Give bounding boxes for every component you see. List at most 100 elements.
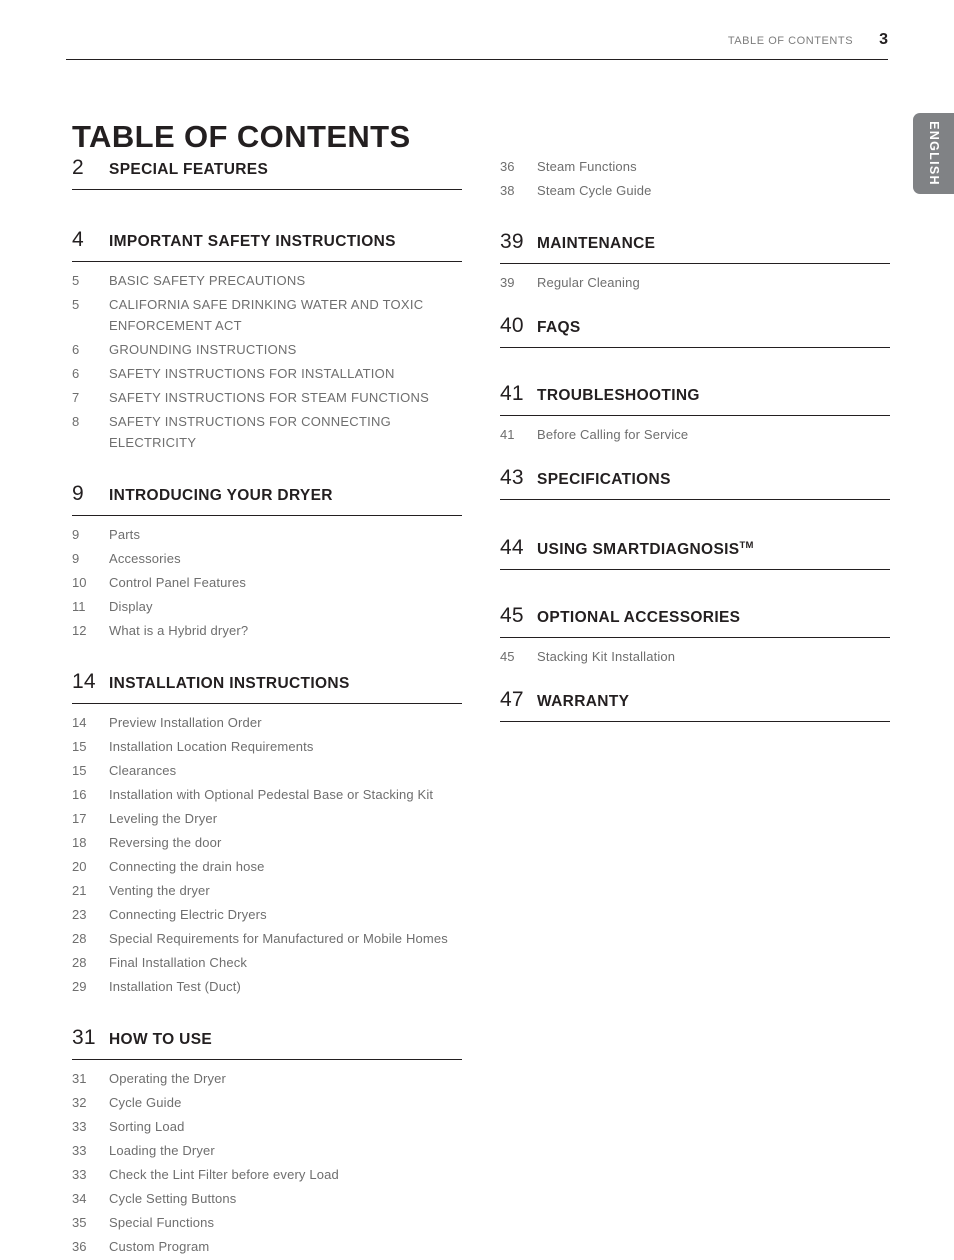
toc-entry[interactable]: 14 Preview Installation Order xyxy=(72,712,462,733)
toc-entry-page-number: 8 xyxy=(72,414,80,429)
toc-section-specifications: 43 SPECIFICATIONS xyxy=(500,466,890,508)
toc-entry[interactable]: 33 Sorting Load xyxy=(72,1116,462,1137)
toc-section-installation-instructions: 14 INSTALLATION INSTRUCTIONS 14 Preview Ins… xyxy=(72,670,462,997)
toc-entry[interactable]: 18 Reversing the door xyxy=(72,832,462,853)
toc-section-heading[interactable]: 40 FAQS xyxy=(500,314,890,348)
toc-section-title-text: USING SMARTDIAGNOSIS xyxy=(537,541,740,559)
toc-entry-list xyxy=(500,722,890,730)
toc-section-heading[interactable]: 14 INSTALLATION INSTRUCTIONS xyxy=(72,670,462,704)
toc-entry[interactable]: 17 Leveling the Dryer xyxy=(72,808,462,829)
toc-section-heading[interactable]: 45 OPTIONAL ACCESSORIES xyxy=(500,604,890,639)
toc-entry[interactable]: 12 What is a Hybrid dryer? xyxy=(72,620,462,641)
toc-entry[interactable]: 35 Special Functions xyxy=(72,1212,462,1233)
toc-section-title: INSTALLATION INSTRUCTIONS xyxy=(109,672,350,696)
toc-section-heading[interactable]: 43 SPECIFICATIONS xyxy=(500,466,890,500)
toc-entry-list: 31 Operating the Dryer 32 Cycle Guide 33 Sort… xyxy=(72,1060,462,1257)
toc-entry[interactable]: 34 Cycle Setting Buttons xyxy=(72,1188,462,1209)
toc-entry[interactable]: 23 Connecting Electric Dryers xyxy=(72,904,462,925)
toc-entry-page-number: 36 xyxy=(72,1239,87,1254)
toc-section-title-text: SPECIAL FEATURES xyxy=(109,161,269,178)
toc-entry[interactable]: 39 Regular Cleaning xyxy=(500,272,890,293)
toc-entry[interactable]: 36 Steam Functions xyxy=(500,156,890,177)
toc-section-heading[interactable]: 41 TROUBLESHOOTING xyxy=(500,382,890,416)
toc-entry[interactable]: 38 Steam Cycle Guide xyxy=(500,180,890,201)
toc-entry[interactable]: 29 Installation Test (Duct) xyxy=(72,976,462,997)
toc-section-heading[interactable]: 44 USING SMARTDIAGNOSISTM xyxy=(500,534,890,571)
toc-section-title: HOW TO USE xyxy=(109,1028,212,1052)
toc-entry-page-number: 36 xyxy=(500,159,515,174)
toc-entry[interactable]: 36 Custom Program xyxy=(72,1236,462,1257)
toc-entry[interactable]: 21 Venting the dryer xyxy=(72,880,462,901)
toc-entry[interactable]: 5 BASIC SAFETY PRECAUTIONS xyxy=(72,270,462,291)
toc-section-title-text: OPTIONAL ACCESSORIES xyxy=(537,609,741,627)
toc-entry[interactable]: 10 Control Panel Features xyxy=(72,572,462,593)
toc-section-page-number: 40 xyxy=(500,314,524,337)
toc-entry-label: Special Requirements for Manufactured or… xyxy=(109,931,448,946)
toc-entry-page-number: 12 xyxy=(72,623,87,638)
toc-section-introducing-your-dryer: 9 INTRODUCING YOUR DRYER 9 Parts 9 Accessorie… xyxy=(72,482,462,641)
toc-entry[interactable]: 16 Installation with Optional Pedestal Ba… xyxy=(72,784,462,805)
toc-entry[interactable]: 9 Parts xyxy=(72,524,462,545)
toc-section-important-safety-instructions: 4 IMPORTANT SAFETY INSTRUCTIONS 5 BASIC SAF… xyxy=(72,228,462,453)
toc-section-warranty: 47 WARRANTY xyxy=(500,688,890,730)
toc-entry[interactable]: 32 Cycle Guide xyxy=(72,1092,462,1113)
toc-section-heading[interactable]: 4 IMPORTANT SAFETY INSTRUCTIONS xyxy=(72,228,462,262)
toc-entry-label: Accessories xyxy=(109,551,181,566)
toc-entry[interactable]: 6 SAFETY INSTRUCTIONS FOR INSTALLATION xyxy=(72,363,462,384)
toc-entry[interactable]: 11 Display xyxy=(72,596,462,617)
toc-section-heading[interactable]: 39 MAINTENANCE xyxy=(500,230,890,264)
toc-entry-label: GROUNDING INSTRUCTIONS xyxy=(109,342,297,357)
toc-entry[interactable]: 7 SAFETY INSTRUCTIONS FOR STEAM FUNCTIONS xyxy=(72,387,462,408)
toc-section-page-number: 4 xyxy=(72,228,84,251)
toc-entry[interactable]: 31 Operating the Dryer xyxy=(72,1068,462,1089)
language-side-tab-label: ENGLISH xyxy=(927,121,941,186)
toc-entry[interactable]: 28 Special Requirements for Manufactured … xyxy=(72,928,462,949)
toc-entry-label: Sorting Load xyxy=(109,1119,185,1134)
toc-section-special-features: 2 SPECIAL FEATURES xyxy=(72,156,462,198)
toc-entry[interactable]: 8 SAFETY INSTRUCTIONS FOR CONNECTING ELEC… xyxy=(72,411,462,453)
toc-entry-label: Installation Test (Duct) xyxy=(109,979,241,994)
toc-section-optional-accessories: 45 OPTIONAL ACCESSORIES 45 Stacking Kit Ins… xyxy=(500,604,890,667)
toc-entry-label: Steam Cycle Guide xyxy=(537,183,652,198)
toc-entry-page-number: 7 xyxy=(72,390,80,405)
toc-entry[interactable]: 15 Clearances xyxy=(72,760,462,781)
toc-section-heading[interactable]: 2 SPECIAL FEATURES xyxy=(72,156,462,190)
toc-entry[interactable]: 6 GROUNDING INSTRUCTIONS xyxy=(72,339,462,360)
toc-entry-label: Connecting Electric Dryers xyxy=(109,907,267,922)
toc-section-faqs: 40 FAQS xyxy=(500,314,890,356)
toc-entry-page-number: 16 xyxy=(72,787,87,802)
toc-entry[interactable]: 15 Installation Location Requirements xyxy=(72,736,462,757)
toc-entry[interactable]: 45 Stacking Kit Installation xyxy=(500,646,890,667)
toc-section-heading[interactable]: 31 HOW TO USE xyxy=(72,1026,462,1060)
toc-section-title: MAINTENANCE xyxy=(537,232,655,256)
toc-entry-page-number: 33 xyxy=(72,1143,87,1158)
toc-section-title-text: WARRANTY xyxy=(537,693,630,711)
toc-section-title: SPECIFICATIONS xyxy=(537,468,671,492)
toc-entry-page-number: 38 xyxy=(500,183,515,198)
toc-entry[interactable]: 41 Before Calling for Service xyxy=(500,424,890,445)
toc-entry-label: BASIC SAFETY PRECAUTIONS xyxy=(109,273,306,288)
toc-section-title: IMPORTANT SAFETY INSTRUCTIONS xyxy=(109,230,396,254)
toc-entry-page-number: 9 xyxy=(72,551,80,566)
toc-section-maintenance: 39 MAINTENANCE 39 Regular Cleaning xyxy=(500,230,890,293)
toc-section-page-number: 9 xyxy=(72,482,84,505)
toc-entry[interactable]: 5 CALIFORNIA SAFE DRINKING WATER AND TOXI… xyxy=(72,294,462,336)
toc-entry-label: Connecting the drain hose xyxy=(109,859,265,874)
toc-entry[interactable]: 20 Connecting the drain hose xyxy=(72,856,462,877)
toc-entry-label: Cycle Setting Buttons xyxy=(109,1191,237,1206)
toc-entry-page-number: 41 xyxy=(500,427,515,442)
toc-entry[interactable]: 28 Final Installation Check xyxy=(72,952,462,973)
toc-section-heading[interactable]: 47 WARRANTY xyxy=(500,688,890,723)
toc-right-column: 36 Steam Functions 38 Steam Cycle Guide 39 MA… xyxy=(500,156,890,730)
toc-entry-label: Check the Lint Filter before every Load xyxy=(109,1167,339,1182)
toc-section-heading[interactable]: 9 INTRODUCING YOUR DRYER xyxy=(72,482,462,516)
toc-section-title: WARRANTY xyxy=(537,690,629,714)
toc-entry-label: SAFETY INSTRUCTIONS FOR INSTALLATION xyxy=(109,366,395,381)
toc-entry[interactable]: 9 Accessories xyxy=(72,548,462,569)
toc-entry[interactable]: 33 Loading the Dryer xyxy=(72,1140,462,1161)
running-header-label: TABLE OF CONTENTS xyxy=(727,35,854,47)
toc-entry[interactable]: 33 Check the Lint Filter before every Loa… xyxy=(72,1164,462,1185)
toc-entry-label: Special Functions xyxy=(109,1215,215,1230)
